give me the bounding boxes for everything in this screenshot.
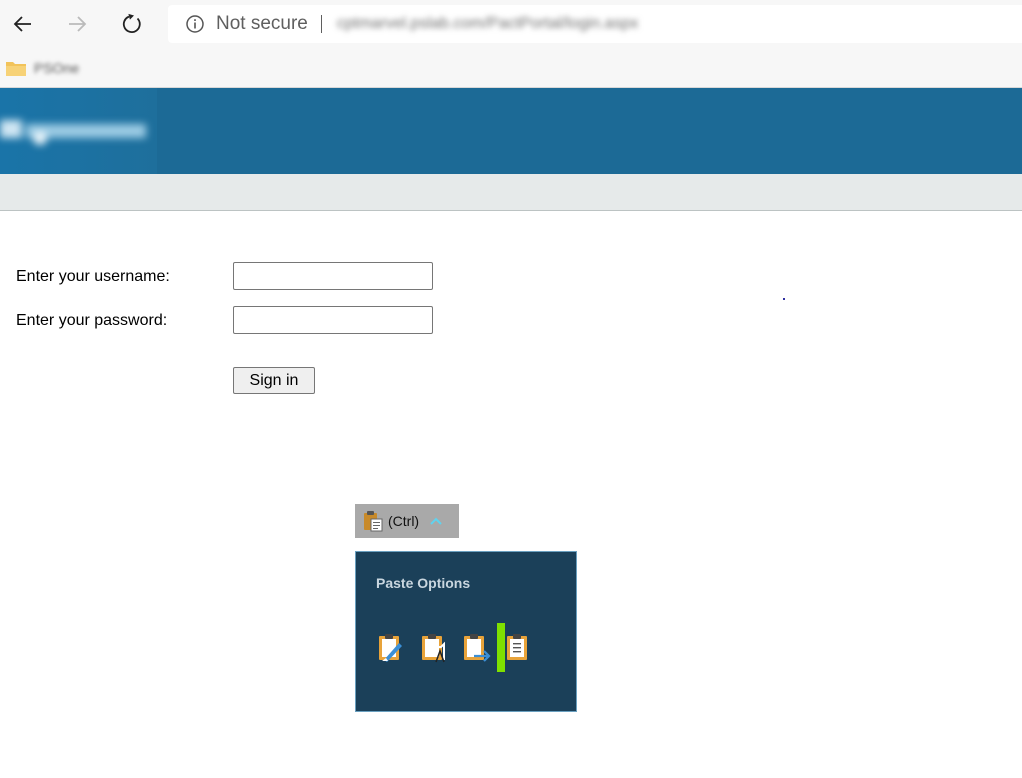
back-button[interactable]: [5, 6, 41, 42]
info-icon[interactable]: [185, 14, 205, 34]
refresh-button[interactable]: [114, 6, 150, 42]
sign-in-button[interactable]: Sign in: [233, 367, 315, 394]
username-label: Enter your username:: [16, 268, 170, 285]
favorite-label: PSOne: [34, 60, 80, 76]
ctrl-label: (Ctrl): [388, 513, 420, 529]
folder-icon: [6, 62, 26, 76]
clipboard-paste-icon: [364, 511, 383, 532]
browser-toolbar: Not secure cptmarvel.pslab.com/PactPorta…: [0, 0, 1022, 48]
url-text[interactable]: cptmarvel.pslab.com/PactPortal/login.asp…: [337, 15, 638, 33]
address-bar[interactable]: Not secure cptmarvel.pslab.com/PactPorta…: [168, 5, 1022, 43]
paste-keep-text-only-icon: [507, 634, 527, 660]
password-input[interactable]: [233, 306, 433, 334]
forward-arrow-icon: [69, 16, 87, 32]
logo-icon: [0, 120, 146, 145]
chevron-up-icon: [430, 517, 442, 525]
not-secure-label: Not secure: [216, 13, 308, 34]
page-header: [0, 88, 1022, 174]
paste-options-panel: Paste Options: [355, 551, 577, 712]
favorite-folder[interactable]: PSOne: [6, 56, 79, 80]
paste-option-picture[interactable]: [462, 632, 492, 664]
paste-option-keep-source[interactable]: [376, 632, 406, 664]
paste-option-merge-formatting[interactable]: [419, 632, 449, 664]
back-arrow-icon: [13, 16, 31, 32]
stray-dot: [783, 298, 785, 300]
site-logo: [0, 88, 157, 174]
paste-picture-icon: [464, 634, 491, 662]
paste-merge-formatting-icon: [422, 634, 445, 663]
username-input[interactable]: [233, 262, 433, 290]
page-subheader: [0, 174, 1022, 211]
paste-options-title: Paste Options: [376, 575, 471, 591]
forward-button[interactable]: [59, 6, 95, 42]
paste-keep-source-formatting-icon: [379, 634, 402, 662]
address-separator: [320, 15, 322, 33]
paste-option-keep-text-only[interactable]: [503, 632, 533, 664]
refresh-icon: [122, 13, 141, 33]
favorites-bar: PSOne: [0, 48, 1022, 88]
paste-options-ctrl-button[interactable]: (Ctrl): [355, 504, 459, 538]
password-label: Enter your password:: [16, 312, 168, 329]
